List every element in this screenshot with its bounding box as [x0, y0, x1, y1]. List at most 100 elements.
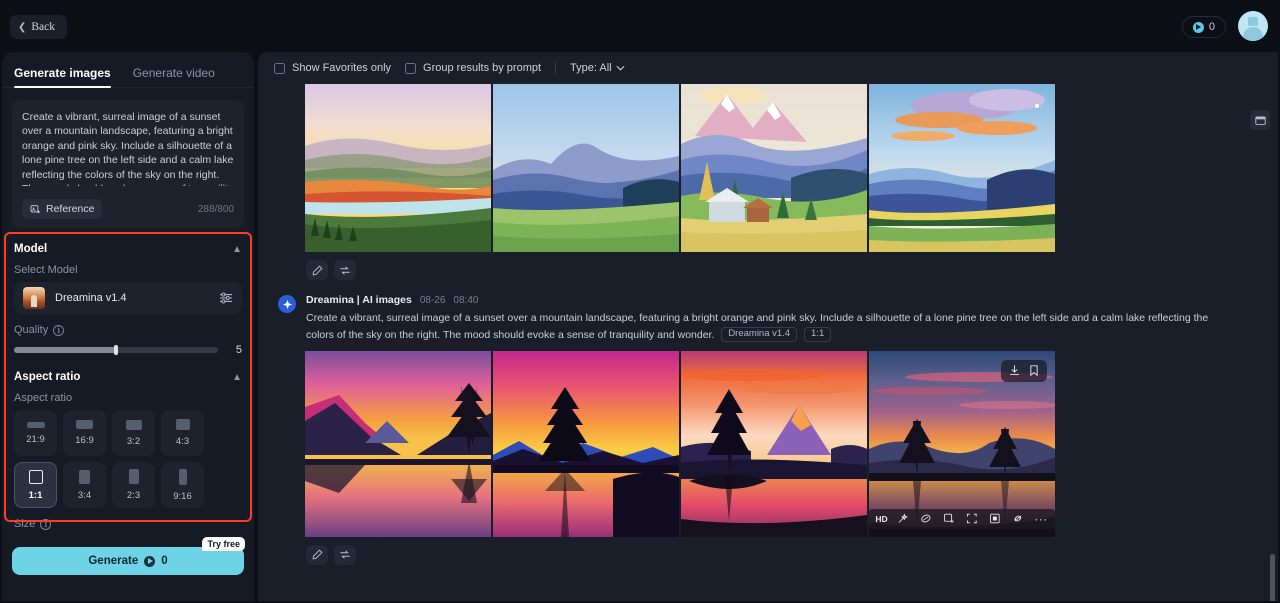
eraser-icon[interactable] [919, 511, 934, 526]
crop-icon[interactable] [988, 511, 1003, 526]
generated-image[interactable] [681, 350, 867, 537]
group-results-checkbox[interactable]: Group results by prompt [405, 62, 541, 74]
edit-button[interactable] [306, 260, 328, 280]
row-2-actions [306, 544, 1278, 565]
aspect-ratio-label: 3:4 [77, 489, 92, 501]
prompt-input[interactable]: Create a vibrant, surreal image of a sun… [12, 100, 244, 228]
avatar[interactable] [1238, 11, 1268, 41]
checkbox-icon-group[interactable] [405, 62, 417, 74]
checkbox-icon-favorites[interactable] [274, 62, 285, 74]
generated-image[interactable] [681, 84, 867, 252]
coin-icon [1192, 21, 1204, 33]
back-label: Back [31, 21, 56, 33]
quality-label: Quality [14, 324, 49, 336]
chevron-left-icon: ❮ [18, 21, 27, 33]
aspect-ratio-label: 4:3 [175, 436, 190, 447]
generate-cost: 0 [161, 555, 168, 567]
refresh-icon [340, 266, 350, 274]
row-1-actions [306, 260, 1278, 280]
aspect-ratio-label: 21:9 [26, 433, 45, 445]
model-name: Dreamina v1.4 [55, 292, 127, 304]
try-free-badge: Try free [202, 537, 245, 551]
aspect-ratio-9-16[interactable]: 9:16 [161, 462, 204, 508]
main-content: Show Favorites only Group results by pro… [258, 52, 1278, 601]
tab-generate-images[interactable]: Generate images [14, 66, 111, 88]
show-favorites-checkbox[interactable]: Show Favorites only [274, 62, 391, 74]
aspect-ratio-16-9[interactable]: 16:9 [63, 410, 106, 456]
refresh-icon [340, 550, 350, 559]
aspect-section-header[interactable]: Aspect ratio ▲ [14, 362, 242, 392]
message-header: Dreamina | AI images 08-26 08:40 [306, 294, 1236, 306]
magic-wand-icon[interactable] [896, 511, 911, 526]
size-info-icon[interactable]: i [40, 518, 52, 530]
generated-image[interactable]: HD ··· [869, 350, 1055, 537]
regenerate-button[interactable] [334, 544, 356, 565]
model-section: Model ▲ Select Model Dreamina v1.4 Quali… [2, 234, 254, 508]
generated-image[interactable] [305, 350, 491, 537]
generated-image[interactable] [305, 84, 491, 252]
image-gallery-row-2: HD ··· [305, 350, 1278, 537]
credits-badge[interactable]: 0 [1181, 16, 1226, 38]
aspect-ratio-1-1[interactable]: 1:1 [14, 462, 57, 508]
aspect-glyph-icon [125, 419, 142, 430]
reference-button[interactable]: Reference [22, 199, 103, 219]
results-feed: Dreamina | AI images 08-26 08:40 Create … [258, 84, 1278, 601]
vertical-scrollbar[interactable] [1270, 554, 1275, 601]
quality-slider[interactable] [14, 345, 218, 355]
panel-icon [1254, 115, 1266, 125]
prompt-text[interactable]: Create a vibrant, surreal image of a sun… [22, 110, 234, 186]
quality-value: 5 [235, 344, 242, 356]
pencil-icon [312, 265, 322, 275]
model-pill: Dreamina v1.4 [721, 326, 798, 342]
hd-button[interactable]: HD [875, 514, 887, 524]
generate-button[interactable]: Generate 0 Try free [12, 537, 245, 575]
generated-image[interactable] [869, 84, 1055, 252]
chevron-up-icon[interactable]: ▲ [232, 244, 242, 255]
link-icon[interactable] [1011, 511, 1026, 526]
aspect-glyph-icon [178, 468, 187, 485]
more-options-icon[interactable]: ··· [1034, 511, 1049, 526]
aspect-glyph-icon [128, 469, 139, 484]
aspect-ratio-label: 1:1 [28, 489, 43, 501]
dreamina-app: ❮ Back 0 Generate images Generate video … [0, 0, 1280, 603]
prompt-footer: Reference 288/800 [22, 199, 234, 219]
type-dropdown[interactable]: Type: All [570, 62, 625, 74]
edit-button[interactable] [306, 544, 328, 565]
tab-generate-video[interactable]: Generate video [133, 66, 215, 87]
aspect-ratio-3-2[interactable]: 3:2 [112, 410, 155, 456]
aspect-ratio-2-3[interactable]: 2:3 [112, 462, 155, 508]
char-count: 288/800 [197, 203, 234, 215]
aspect-glyph-icon [79, 469, 90, 484]
generated-image[interactable] [493, 350, 679, 537]
expand-icon[interactable] [965, 511, 980, 526]
add-frame-icon[interactable] [942, 511, 957, 526]
aspect-ratio-3-4[interactable]: 3:4 [63, 462, 106, 508]
sidebar: Generate images Generate video Create a … [2, 52, 254, 601]
quality-slider-knob[interactable] [114, 345, 118, 355]
info-icon[interactable]: i [53, 324, 65, 336]
aspect-ratio-4-3[interactable]: 4:3 [161, 410, 204, 456]
aspect-glyph-icon [76, 420, 93, 429]
message-time: 08:40 [453, 295, 479, 306]
aspect-ratio-label: 3:2 [126, 435, 141, 447]
aspect-ratio-label: 9:16 [173, 490, 192, 502]
model-section-header[interactable]: Model ▲ [14, 234, 242, 264]
back-button[interactable]: ❮ Back [10, 15, 68, 39]
download-icon[interactable] [1007, 363, 1022, 378]
panel-toggle-button[interactable] [1250, 110, 1270, 130]
type-dropdown-label: Type: All [570, 62, 612, 74]
bookmark-icon[interactable] [1026, 363, 1041, 378]
image-bottom-toolbar: HD ··· [869, 508, 1055, 529]
size-label-row: Size i [2, 508, 254, 530]
aspect-ratio-label: 16:9 [75, 435, 94, 446]
chevron-up-icon-aspect[interactable]: ▲ [232, 372, 242, 383]
quality-slider-fill [14, 347, 116, 353]
aspect-ratio-grid: 21:9 16:9 3:2 4:3 1:1 3:4 2:3 9:16 [14, 410, 242, 508]
size-label: Size [14, 518, 36, 530]
generated-image[interactable] [493, 84, 679, 252]
sliders-icon[interactable] [219, 292, 233, 304]
model-section-title: Model [14, 243, 48, 255]
regenerate-button[interactable] [334, 260, 356, 280]
model-selector[interactable]: Dreamina v1.4 [14, 282, 242, 314]
aspect-ratio-21-9[interactable]: 21:9 [14, 410, 57, 456]
